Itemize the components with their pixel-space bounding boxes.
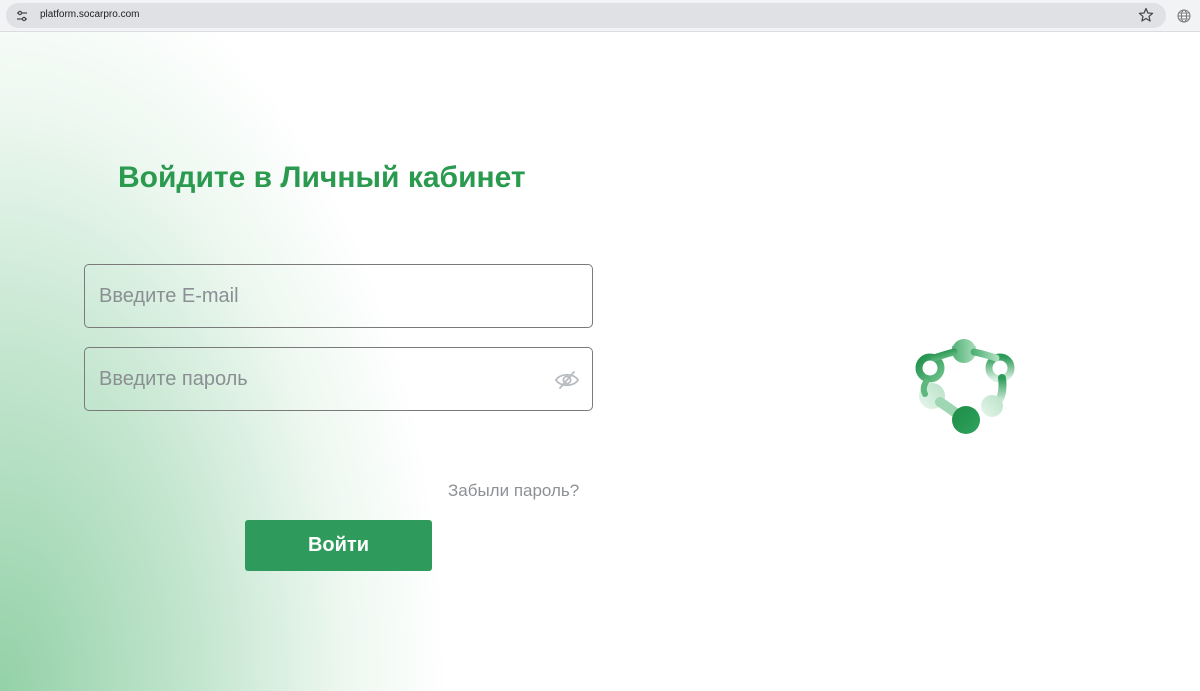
address-bar[interactable]: platform.socarpro.com	[6, 3, 1166, 28]
forgot-password-link[interactable]: Забыли пароль?	[448, 481, 579, 501]
bookmark-star-icon[interactable]	[1138, 7, 1154, 23]
url-text[interactable]: platform.socarpro.com	[40, 8, 139, 22]
globe-icon[interactable]	[1176, 8, 1192, 24]
email-input[interactable]	[85, 265, 592, 327]
password-input[interactable]	[85, 348, 592, 410]
eye-slash-icon[interactable]	[554, 369, 580, 391]
password-field[interactable]	[84, 347, 593, 411]
browser-toolbar: platform.socarpro.com	[0, 0, 1200, 32]
login-page: Войдите в Личный кабинет Забыли пароль? …	[0, 32, 1200, 691]
login-button[interactable]: Войти	[245, 520, 432, 571]
email-field[interactable]	[84, 264, 593, 328]
brand-logo	[915, 339, 1015, 434]
page-title: Войдите в Личный кабинет	[118, 161, 526, 194]
site-settings-icon[interactable]	[15, 9, 29, 23]
